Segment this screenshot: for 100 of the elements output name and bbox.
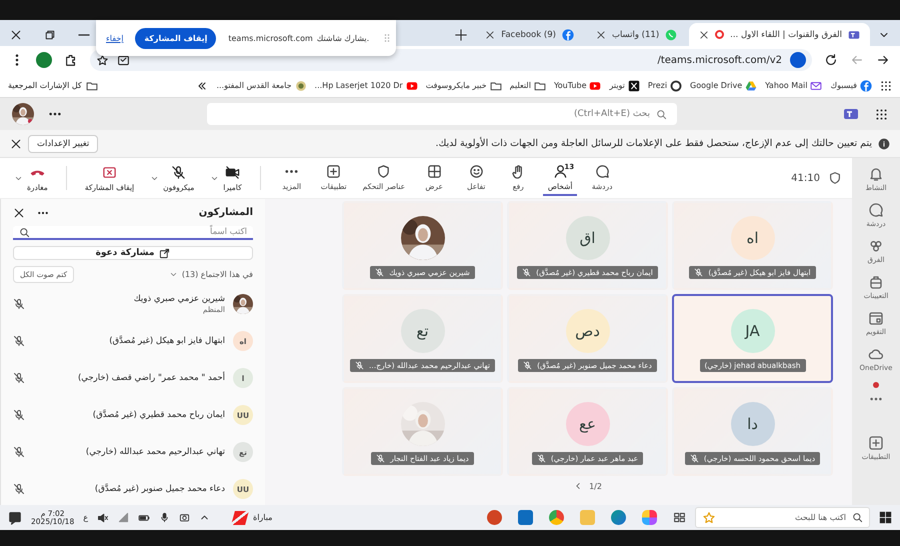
- taskbar-app-icon[interactable]: [611, 510, 626, 525]
- ring-logo-icon: [670, 80, 682, 92]
- favicon-icon: [562, 28, 574, 40]
- bookmark[interactable]: Prezi: [648, 80, 682, 92]
- notification-center-icon[interactable]: [8, 510, 22, 524]
- chat-bubble-icon: [868, 202, 884, 218]
- bookmark[interactable]: التعليم: [510, 80, 546, 92]
- screenshot-icon[interactable]: [117, 54, 130, 66]
- search-icon: [656, 108, 667, 120]
- bookmark[interactable]: فيسبوك: [830, 80, 872, 92]
- extensions-icon[interactable]: [64, 53, 78, 67]
- panel-title: المشاركون: [198, 207, 253, 218]
- folder-icon: [490, 80, 502, 92]
- plus-icon: [326, 164, 342, 179]
- search-icon: [19, 226, 30, 238]
- browser-tab[interactable]: (9) Facebook: [475, 23, 584, 46]
- camera-off-icon: [224, 164, 240, 180]
- restore-window-button[interactable]: [44, 28, 56, 40]
- microphone-icon[interactable]: [159, 512, 170, 523]
- folder-icon: [534, 80, 546, 92]
- reload-button[interactable]: [824, 53, 838, 67]
- bell-icon: [868, 166, 884, 182]
- sharing-message: يشارك شاشتك.: [316, 34, 370, 42]
- app-logo-icon[interactable]: [843, 106, 859, 122]
- search-field[interactable]: اكتب اسماً: [13, 226, 253, 240]
- play-button-icon: [589, 80, 602, 92]
- plus-icon: [868, 435, 884, 451]
- avatar-initials: دا: [730, 402, 774, 446]
- chat-bubble-icon: [594, 164, 610, 179]
- bookmark[interactable]: تويتر: [609, 80, 640, 92]
- circle-logo-icon: [860, 80, 872, 92]
- status-notice: يتم تعيين حالتك إلى عدم الإزعاج، ستحصل فقط على الإعلامات للرسائل العاجلة ومن الجهات ذات الأولوية لديك.: [435, 138, 872, 149]
- favicon-icon: [848, 28, 860, 40]
- browser-tab[interactable]: (11) واتساب: [586, 23, 688, 46]
- participant-name: أحمد " محمد عمر" راضي قصف (خارجي): [76, 373, 225, 384]
- taskbar-app-icon[interactable]: [642, 510, 657, 525]
- close-window-button[interactable]: [10, 28, 22, 40]
- bookmark[interactable]: Hp Laserjet 1020 Dr...: [314, 80, 418, 92]
- calendar-icon: [868, 310, 884, 326]
- people-icon: [868, 238, 884, 254]
- info-icon: [878, 138, 890, 150]
- profile-avatar[interactable]: [36, 52, 52, 68]
- taskbar-search-field[interactable]: اكتب هنا للبحث: [695, 507, 870, 528]
- avatar-initials: تع: [400, 309, 444, 353]
- envelope-icon: [810, 80, 822, 92]
- browser-tab[interactable]: الفرق والقنوات | اللقاء الاول ...: [689, 23, 870, 46]
- change-settings-button[interactable]: تغيير الإعدادات: [28, 134, 98, 152]
- share-icon: [159, 248, 170, 259]
- apps-icon[interactable]: [880, 80, 892, 92]
- close-notice-button[interactable]: [10, 138, 22, 150]
- favicon-icon: [665, 28, 678, 40]
- folder-icon: [86, 80, 98, 92]
- bookmark[interactable]: YouTube: [554, 80, 602, 92]
- play-button-icon: [406, 80, 418, 92]
- bookmark-star-icon[interactable]: [96, 54, 109, 66]
- search-icon: [852, 512, 863, 523]
- apps-icon[interactable]: [875, 108, 888, 120]
- hide-link[interactable]: إخفاء: [106, 34, 124, 42]
- shield-icon[interactable]: [828, 171, 842, 185]
- participant-name: دعاء محمد جميل صنوبر (غير مُصدَّق): [94, 484, 225, 494]
- start-button[interactable]: [879, 511, 892, 524]
- site-address: teams.microsoft.com: [228, 34, 313, 42]
- stop-sharing-button[interactable]: إيقاف المشاركة: [135, 28, 216, 48]
- shield-icon: [376, 164, 392, 179]
- sports-logo-icon: [231, 510, 249, 524]
- section-toggle[interactable]: في هذا الاجتماع (13): [168, 270, 253, 279]
- back-button[interactable]: [876, 53, 890, 67]
- weather-widget[interactable]: مباراة: [233, 510, 272, 524]
- notification-dot: [873, 382, 879, 388]
- task-view-icon[interactable]: [673, 511, 686, 524]
- backpack-icon: [868, 274, 884, 290]
- bookmark[interactable]: Yahoo Mail: [765, 80, 822, 92]
- avatar-initials: اه: [730, 216, 774, 260]
- bookmark[interactable]: خبير مايكروسوفت: [426, 80, 502, 92]
- bookmark[interactable]: جامعة القدس المفتو...: [216, 80, 307, 92]
- camera-icon[interactable]: [179, 512, 190, 523]
- participant-name: شيرين عزمي صبري ذويك: [132, 294, 225, 304]
- mic-off-icon: [171, 164, 186, 180]
- meeting-timer: 41:10: [791, 172, 820, 184]
- language-indicator[interactable]: ع: [83, 513, 88, 522]
- close-tab-button[interactable]: [596, 30, 606, 40]
- stop-share-icon: [102, 164, 117, 180]
- share-invite-button[interactable]: مشاركة دعوة: [13, 246, 253, 260]
- taskbar-app-icon[interactable]: [487, 510, 502, 525]
- search-field[interactable]: بحث (Ctrl+Alt+E): [207, 103, 677, 125]
- triangle-logo-icon: [745, 80, 758, 92]
- taskbar-app-icon[interactable]: [518, 510, 533, 525]
- taskbar-app-icon[interactable]: [549, 510, 564, 525]
- close-panel-button[interactable]: [13, 206, 25, 219]
- close-tab-button[interactable]: [699, 30, 710, 40]
- bookmark[interactable]: Google Drive: [690, 80, 758, 92]
- more-bookmarks-icon[interactable]: [196, 80, 208, 92]
- square-logo-icon: [628, 80, 640, 92]
- close-tab-button[interactable]: [485, 30, 496, 40]
- speaker-muted-icon[interactable]: [97, 512, 110, 524]
- avatar-initials: دص: [566, 309, 610, 353]
- avatar-initials: عع: [566, 402, 610, 446]
- page-indicator: 1/2: [589, 482, 602, 490]
- all-bookmarks[interactable]: كل الإشارات المرجعية: [8, 80, 98, 92]
- network-icon[interactable]: [118, 512, 130, 523]
